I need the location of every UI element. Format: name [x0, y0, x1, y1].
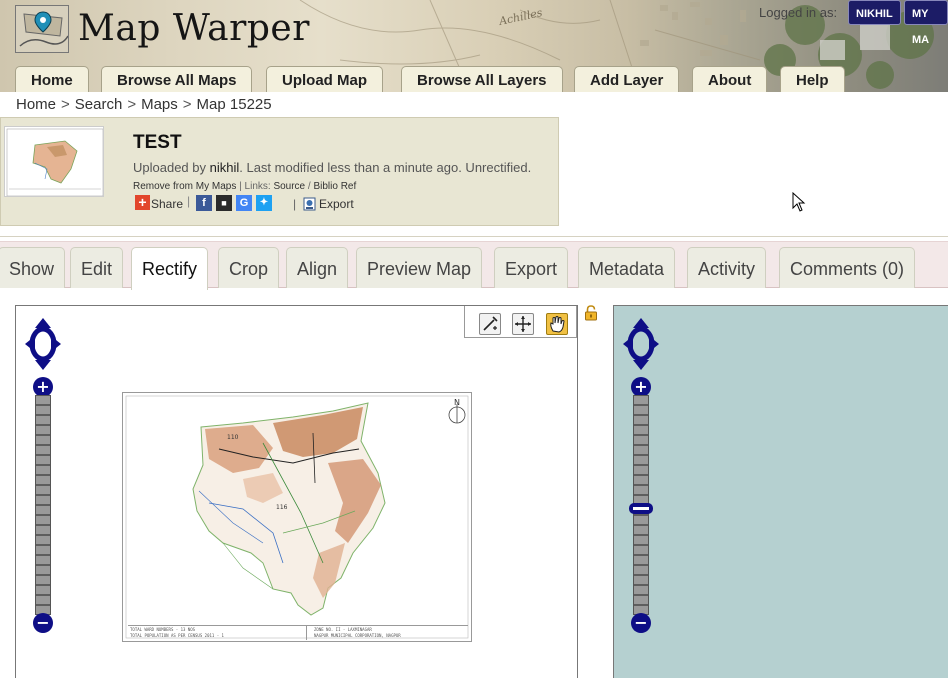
export-label[interactable]: Export [319, 197, 354, 211]
site-logo[interactable] [15, 5, 69, 53]
main-nav: Home Browse All Maps Upload Map Browse A… [0, 66, 948, 92]
zoom-slider[interactable] [35, 395, 51, 615]
tab-preview-map[interactable]: Preview Map [356, 247, 483, 288]
breadcrumb-separator: > [61, 96, 70, 113]
map-info-box: TEST Uploaded by nikhil. Last modified l… [0, 117, 559, 226]
export-icon[interactable] [303, 197, 316, 211]
pan-control-icon[interactable] [25, 318, 61, 370]
tab-crop[interactable]: Crop [218, 247, 280, 288]
breadcrumb-separator: > [182, 96, 192, 113]
map-thumbnail[interactable] [4, 126, 104, 197]
nav-tab-browse-all-maps[interactable]: Browse All Maps [101, 66, 253, 92]
map-legend-footer: TOTAL WARD NUMBERS - 13 NOS TOTAL POPULA… [128, 625, 468, 640]
map-title: TEST [133, 132, 182, 153]
tab-edit[interactable]: Edit [70, 247, 124, 288]
tab-show[interactable]: Show [0, 247, 66, 288]
links-line: Remove from My Maps | Links: Source / Bi… [133, 181, 356, 192]
source-link[interactable]: Source [273, 181, 305, 192]
nav-tab-upload-map[interactable]: Upload Map [266, 66, 383, 92]
zoom-bar: + − [33, 377, 53, 633]
footer-divider [306, 626, 307, 640]
zoom-out-icon[interactable]: − [631, 613, 651, 633]
tab-align[interactable]: Align [286, 247, 349, 288]
tab-rectify[interactable]: Rectify [131, 247, 209, 290]
upload-prefix: Uploaded by [133, 160, 210, 175]
add-control-point-icon[interactable] [479, 313, 501, 335]
scanned-map-image[interactable]: N 110 116 TOTAL WARD NUMBERS - 13 NOS TO… [122, 392, 472, 642]
reference-map-viewer[interactable]: + − [613, 305, 948, 678]
map-action-tabs: Show Edit Rectify Crop Align Preview Map… [0, 241, 948, 290]
breadcrumb-maps[interactable]: Maps [141, 96, 178, 113]
nav-tab-add-layer[interactable]: Add Layer [574, 66, 680, 92]
content-separator [0, 236, 948, 237]
tab-activity[interactable]: Activity [687, 247, 767, 288]
remove-from-my-maps-link[interactable]: Remove from My Maps [133, 181, 236, 192]
nav-tab-help[interactable]: Help [780, 66, 845, 92]
nav-tab-home[interactable]: Home [15, 66, 89, 92]
nav-tab-about[interactable]: About [692, 66, 768, 92]
zoom-in-icon[interactable]: + [33, 377, 53, 397]
links-divider: | [239, 181, 242, 192]
logo-map-pin-icon [16, 6, 68, 52]
map-thumbnail-image [6, 128, 103, 196]
upload-info: Uploaded by nikhil. Last modified less t… [133, 160, 531, 175]
control-point-toolbar [464, 306, 577, 338]
pan-control-icon[interactable] [623, 318, 659, 370]
zoom-out-icon[interactable]: − [33, 613, 53, 633]
site-header: Achilles Map Warper Logged in as: NIKHIL… [0, 0, 948, 92]
footer-right-line-1: ZONE NO. II - LAXMINAGAR [314, 627, 372, 632]
user-menu-button[interactable]: NIKHIL [848, 0, 901, 25]
footer-right-line-2: NAGPUR MUNICIPAL CORPORATION, NAGPUR [314, 633, 401, 638]
tab-comments[interactable]: Comments (0) [779, 247, 916, 288]
share-plus-icon[interactable]: + [135, 195, 150, 210]
share-label[interactable]: Share [151, 197, 183, 211]
tab-metadata[interactable]: Metadata [578, 247, 676, 288]
upload-suffix: . Last modified less than a minute ago. … [239, 160, 532, 175]
north-label: N [454, 398, 460, 407]
breadcrumb-separator: > [127, 96, 137, 113]
move-control-point-icon[interactable] [512, 313, 534, 335]
twitter-icon[interactable]: ✦ [256, 195, 272, 211]
tab-export[interactable]: Export [494, 247, 569, 288]
export-divider: | [293, 197, 297, 211]
zoom-bar: + − [629, 377, 653, 633]
biblio-ref-link[interactable]: Biblio Ref [313, 181, 356, 192]
zoom-slider-handle[interactable] [629, 503, 653, 514]
logged-in-label: Logged in as: [759, 5, 838, 20]
facebook-icon[interactable]: f [196, 195, 212, 211]
links-separator: / [307, 181, 311, 192]
ward-map-drawing: N 110 116 [125, 395, 469, 639]
mouse-cursor-icon [792, 192, 806, 212]
lock-icon[interactable] [584, 305, 598, 321]
breadcrumb-current-map: Map 15225 [196, 96, 272, 113]
pan-hand-icon[interactable] [546, 313, 568, 335]
footer-left-line-1: TOTAL WARD NUMBERS - 13 NOS [130, 627, 196, 632]
nav-tab-browse-all-layers[interactable]: Browse All Layers [401, 66, 563, 92]
google-icon[interactable]: G [236, 195, 252, 211]
unrectified-map-viewer[interactable]: + − N 110 116 TOTAL WARD NUMBERS - 13 NO… [15, 305, 578, 678]
breadcrumb: Home > Search > Maps > Map 15225 [16, 96, 272, 113]
myspace-icon[interactable]: ■ [216, 195, 232, 211]
uploader-link[interactable]: nikhil [210, 160, 240, 175]
map-label-116: 116 [276, 504, 288, 511]
map-label-110: 110 [227, 434, 239, 441]
svg-text:Achilles: Achilles [497, 6, 544, 28]
links-label: Links: [244, 181, 271, 192]
breadcrumb-home[interactable]: Home [16, 96, 56, 113]
site-title[interactable]: Map Warper [78, 8, 310, 49]
zoom-in-icon[interactable]: + [631, 377, 651, 397]
breadcrumb-search[interactable]: Search [75, 96, 123, 113]
footer-left-line-2: TOTAL POPULATION AS PER CENSUS 2011 - 1 [130, 633, 224, 638]
share-divider: | [187, 194, 191, 208]
my-maps-button[interactable]: MY MA [904, 0, 948, 46]
